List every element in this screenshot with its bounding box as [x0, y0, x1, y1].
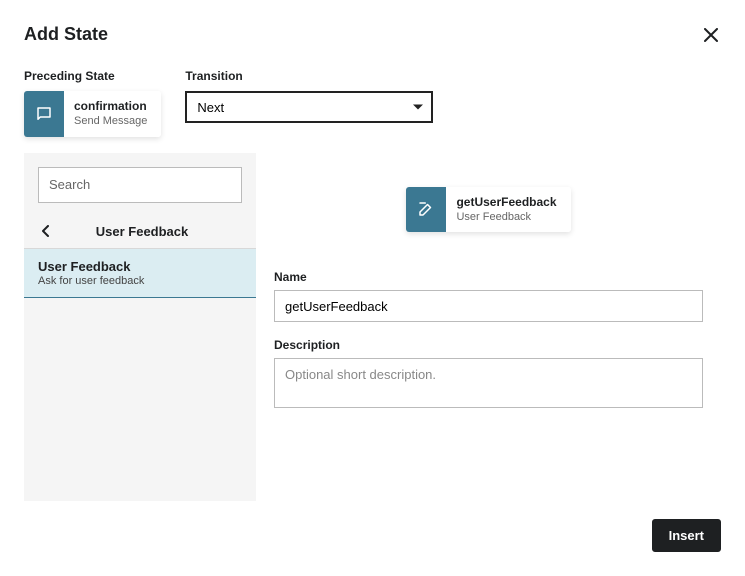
preceding-state-chip: confirmation Send Message: [24, 91, 161, 137]
preview-chip-title: getUserFeedback: [456, 195, 556, 209]
name-label: Name: [274, 270, 703, 284]
chat-icon: [24, 91, 64, 137]
preview-state-chip: getUserFeedback User Feedback: [406, 187, 570, 233]
preview-chip-subtitle: User Feedback: [456, 211, 556, 224]
back-button[interactable]: [34, 219, 58, 243]
list-item[interactable]: User Feedback Ask for user feedback: [24, 249, 256, 298]
category-title: User Feedback: [62, 224, 222, 239]
preceding-chip-subtitle: Send Message: [74, 115, 147, 128]
name-input[interactable]: [274, 290, 703, 322]
close-button[interactable]: [701, 25, 721, 45]
preceding-chip-title: confirmation: [74, 99, 147, 113]
search-input[interactable]: [38, 167, 242, 203]
edit-icon: [406, 187, 446, 233]
list-item-title: User Feedback: [38, 259, 242, 274]
transition-label: Transition: [185, 69, 433, 83]
description-input[interactable]: [274, 358, 703, 408]
description-label: Description: [274, 338, 703, 352]
insert-button[interactable]: Insert: [652, 519, 721, 552]
list-item-subtitle: Ask for user feedback: [38, 275, 242, 287]
dialog-title: Add State: [24, 24, 108, 45]
transition-input[interactable]: [185, 91, 433, 123]
preceding-state-label: Preceding State: [24, 69, 161, 83]
close-icon: [704, 28, 718, 42]
chevron-left-icon: [42, 225, 50, 237]
